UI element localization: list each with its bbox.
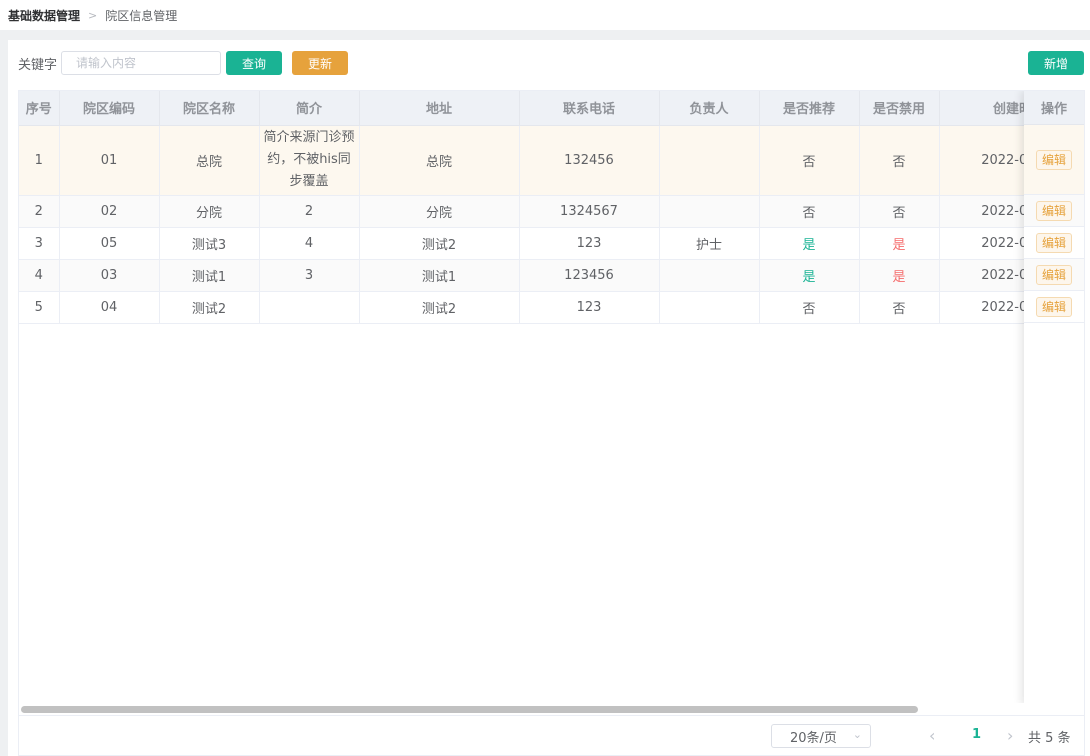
table-body: 序号 院区编码 院区名称 简介 地址 联系电话 负责人 是否推荐 是否禁用 创建… [19,91,1084,324]
keyword-label: 关键字 [18,57,58,73]
cell-owner [659,259,760,292]
cell-index: 5 [19,291,60,324]
action-cell: 编辑 [1024,259,1084,291]
cell-address: 测试2 [359,227,520,260]
chevron-left-icon[interactable]: ‹ [929,726,935,745]
action-cell: 编辑 [1024,291,1084,323]
cell-intro: 2 [259,195,360,228]
table-row[interactable]: 1 01 总院 简介来源门诊预约，不被his同步覆盖 总院 132456 否 否… [19,125,1084,196]
action-cell: 编辑 [1024,125,1084,195]
col-header-phone: 联系电话 [519,91,660,126]
action-cell: 编辑 [1024,227,1084,259]
horizontal-scrollbar[interactable] [19,703,1084,715]
cell-address: 分院 [359,195,520,228]
cell-phone: 123 [519,291,660,324]
cell-recommend: 是 [759,259,860,292]
cell-phone: 123456 [519,259,660,292]
cell-intro: 4 [259,227,360,260]
cell-code: 02 [59,195,160,228]
edit-button[interactable]: 编辑 [1035,232,1072,253]
cell-owner [659,125,760,196]
edit-button[interactable]: 编辑 [1035,200,1072,221]
cell-phone: 132456 [519,125,660,196]
cell-disabled: 否 [859,195,940,228]
chevron-right-icon[interactable]: › [1007,726,1013,745]
cell-name: 总院 [159,125,260,196]
cell-intro [259,291,360,324]
cell-disabled: 是 [859,259,940,292]
cell-address: 测试1 [359,259,520,292]
cell-name: 测试1 [159,259,260,292]
cell-intro: 简介来源门诊预约，不被his同步覆盖 [259,125,360,196]
action-cell: 编辑 [1024,195,1084,227]
cell-recommend: 是 [759,227,860,260]
table-row[interactable]: 2 02 分院 2 分院 1324567 否 否 2022-04-26 [19,195,1084,228]
chevron-down-icon: ⌄ [852,728,862,741]
col-header-owner: 负责人 [659,91,760,126]
cell-disabled: 是 [859,227,940,260]
table-row[interactable]: 5 04 测试2 测试2 123 否 否 2022-05-27 [19,291,1084,324]
col-header-intro: 简介 [259,91,360,126]
col-header-code: 院区编码 [59,91,160,126]
search-input[interactable] [61,51,222,75]
cell-recommend: 否 [759,125,860,196]
cell-index: 1 [19,125,60,196]
breadcrumb: 基础数据管理 > 院区信息管理 [0,0,1090,30]
cell-name: 分院 [159,195,260,228]
table-header-row: 序号 院区编码 院区名称 简介 地址 联系电话 负责人 是否推荐 是否禁用 创建… [19,91,1084,126]
cell-index: 2 [19,195,60,228]
cell-code: 03 [59,259,160,292]
cell-recommend: 否 [759,291,860,324]
col-header-action: 操作 [1024,91,1084,125]
main-panel: 关键字 查询 更新 新增 序号 院区编码 院区名称 简介 地址 联系电话 负责人 [8,40,1090,756]
col-header-recommend: 是否推荐 [759,91,860,126]
scrollbar-thumb[interactable] [21,706,918,713]
refresh-button[interactable]: 更新 [292,51,349,75]
total-count: 共 5 条 [1028,731,1071,746]
cell-code: 01 [59,125,160,196]
cell-owner: 护士 [659,227,760,260]
col-header-name: 院区名称 [159,91,260,126]
campus-table: 序号 院区编码 院区名称 简介 地址 联系电话 负责人 是否推荐 是否禁用 创建… [18,90,1085,716]
cell-owner [659,291,760,324]
add-button[interactable]: 新增 [1028,51,1084,75]
cell-code: 05 [59,227,160,260]
cell-intro: 3 [259,259,360,292]
breadcrumb-current: 院区信息管理 [105,8,178,23]
breadcrumb-root[interactable]: 基础数据管理 [8,7,80,24]
table-row[interactable]: 4 03 测试1 3 测试1 123456 是 是 2022-04-29 [19,259,1084,292]
cell-address: 测试2 [359,291,520,324]
page-size-value: 20条/页 [790,730,837,746]
cell-disabled: 否 [859,291,940,324]
cell-name: 测试3 [159,227,260,260]
pagination: 20条/页 ⌄ ‹ 1 › 共 5 条 [18,716,1085,756]
edit-button[interactable]: 编辑 [1035,264,1072,285]
table-row[interactable]: 3 05 测试3 4 测试2 123 护士 是 是 2022-05-27 [19,227,1084,260]
fixed-action-column: 操作 编辑 编辑 编辑 编辑 编辑 [1024,91,1084,705]
cell-owner [659,195,760,228]
cell-phone: 1324567 [519,195,660,228]
query-button[interactable]: 查询 [226,51,283,75]
col-header-index: 序号 [19,91,60,126]
cell-index: 4 [19,259,60,292]
page-size-select[interactable]: 20条/页 ⌄ [771,724,871,748]
cell-recommend: 否 [759,195,860,228]
page-number-current[interactable]: 1 [972,727,981,742]
breadcrumb-separator-icon: > [88,8,98,22]
search-toolbar: 关键字 查询 更新 [18,51,349,75]
col-header-disabled: 是否禁用 [859,91,940,126]
cell-address: 总院 [359,125,520,196]
cell-disabled: 否 [859,125,940,196]
edit-button[interactable]: 编辑 [1035,149,1072,170]
col-header-address: 地址 [359,91,520,126]
edit-button[interactable]: 编辑 [1035,296,1072,317]
cell-code: 04 [59,291,160,324]
cell-index: 3 [19,227,60,260]
cell-phone: 123 [519,227,660,260]
cell-name: 测试2 [159,291,260,324]
